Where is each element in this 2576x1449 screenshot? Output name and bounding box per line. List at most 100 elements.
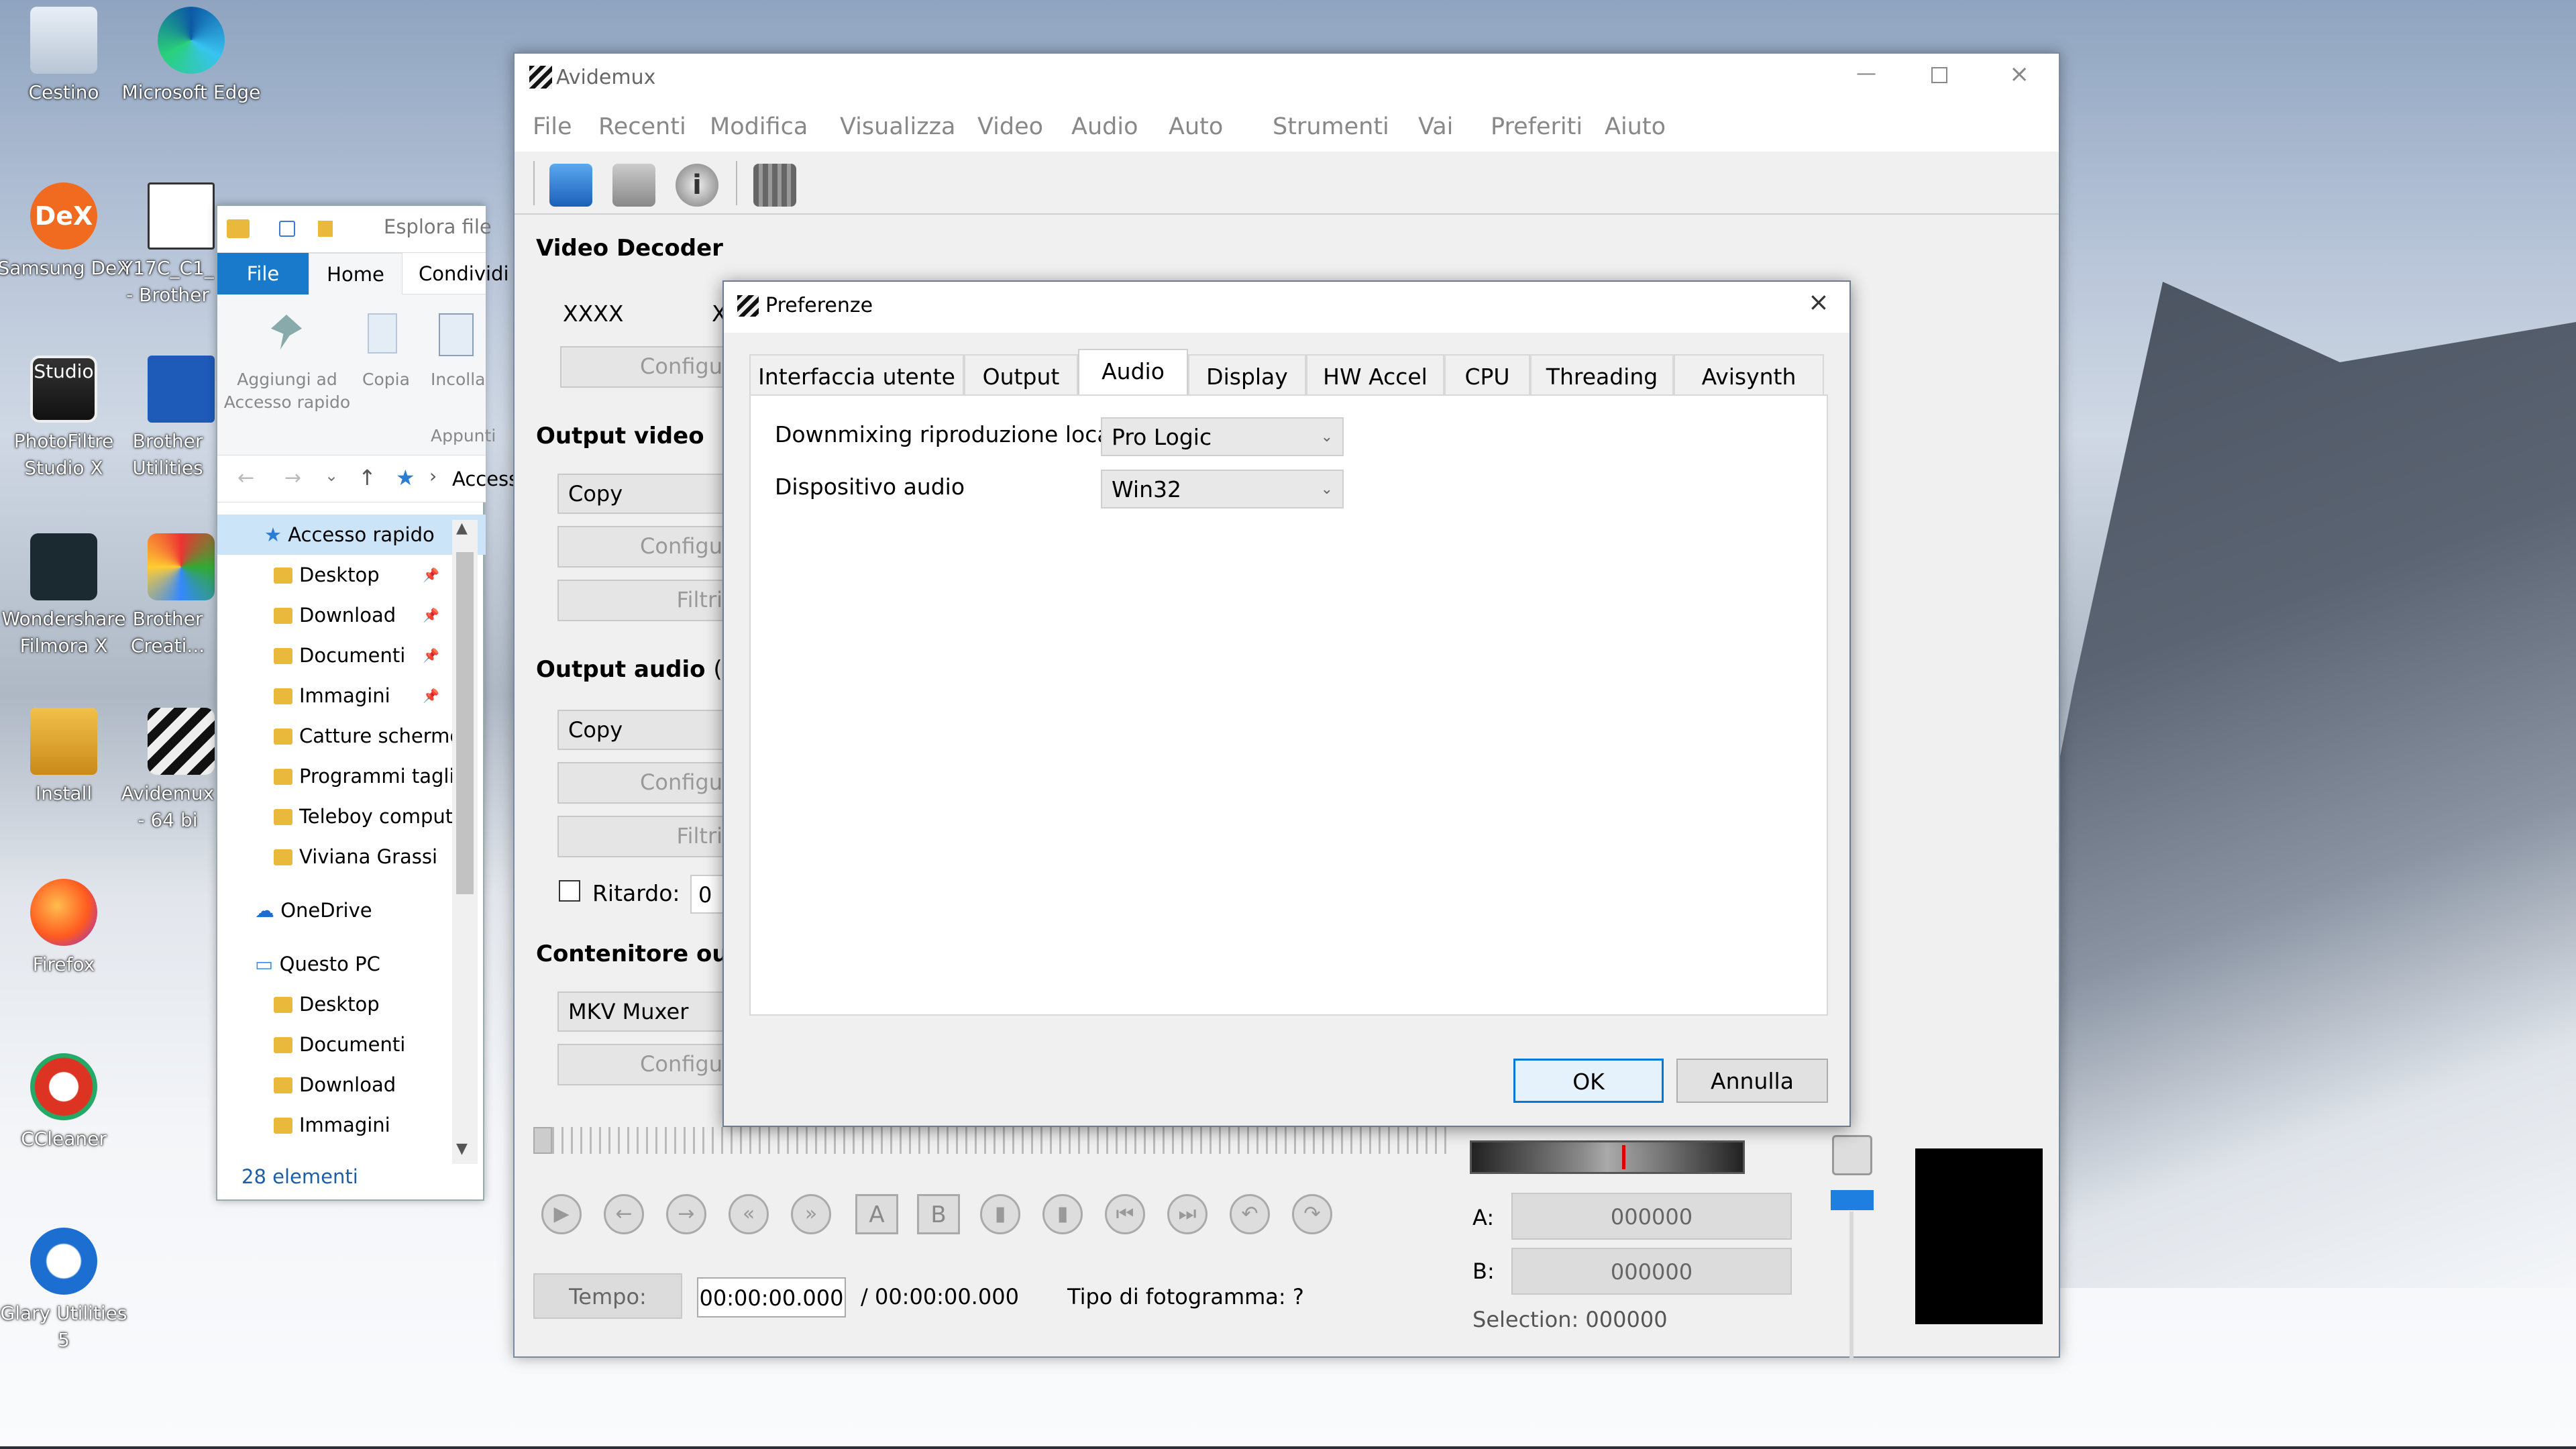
- nav-item[interactable]: Documenti: [217, 1024, 486, 1065]
- audio-config-button[interactable]: Configu: [557, 762, 728, 804]
- menu-visualizza[interactable]: Visualizza: [840, 102, 955, 152]
- nav-item[interactable]: Programmi taglia: [217, 756, 486, 796]
- tab-hw-accel[interactable]: HW Accel: [1306, 354, 1444, 396]
- next-cut-icon[interactable]: ▮: [1042, 1194, 1083, 1234]
- muxer-config-button[interactable]: Configu: [557, 1044, 728, 1085]
- paste-button[interactable]: Incolla: [431, 370, 485, 389]
- video-decoder-config-button[interactable]: Configu: [560, 346, 728, 388]
- tab-display[interactable]: Display: [1188, 354, 1306, 396]
- nav-item[interactable]: Immagini 📌: [217, 676, 486, 716]
- save-icon[interactable]: [612, 164, 655, 207]
- timeline-slider[interactable]: [533, 1127, 1452, 1154]
- time-button[interactable]: Tempo:: [533, 1273, 682, 1319]
- dialog-close-icon[interactable]: ×: [1808, 287, 1829, 317]
- tab-output[interactable]: Output: [964, 354, 1078, 396]
- nav-item[interactable]: Catture schermo: [217, 716, 486, 756]
- previous-frame-icon[interactable]: ←: [604, 1194, 644, 1234]
- muxer-select[interactable]: MKV Muxer: [557, 991, 728, 1032]
- timeline-handle[interactable]: [533, 1127, 552, 1154]
- scroll-up-icon[interactable]: ▲: [456, 520, 468, 537]
- tab-interfaccia-utente[interactable]: Interfaccia utente: [749, 354, 964, 396]
- volume-slider-handle[interactable]: [1831, 1190, 1874, 1210]
- menu-vai[interactable]: Vai: [1418, 102, 1453, 152]
- new-folder-icon[interactable]: [318, 221, 333, 237]
- current-time-input[interactable]: 00:00:00.000: [697, 1277, 846, 1318]
- audio-toggle-icon[interactable]: [1832, 1135, 1872, 1175]
- video-filters-button[interactable]: Filtri: [557, 580, 728, 621]
- close-icon[interactable]: ×: [2009, 60, 2029, 88]
- desktop-icon-glary[interactable]: Glary Utilities 5: [0, 1228, 134, 1354]
- desktop-icon-brother-creative[interactable]: Brother Creati...: [121, 533, 215, 659]
- ribbon-tab-file[interactable]: File: [217, 253, 309, 294]
- previous-cut-icon[interactable]: ▮: [980, 1194, 1020, 1234]
- nav-item[interactable]: Viviana Grassi: [217, 837, 486, 877]
- pin-quick-access-button[interactable]: Aggiungi ad Accesso rapido: [220, 368, 354, 414]
- menu-aiuto[interactable]: Aiuto: [1605, 102, 1666, 152]
- scroll-thumb[interactable]: [456, 552, 474, 894]
- goto-end-icon[interactable]: ⏭: [1167, 1194, 1208, 1234]
- set-marker-b-button[interactable]: B: [917, 1194, 960, 1234]
- tab-audio[interactable]: Audio: [1078, 349, 1188, 397]
- downmix-select[interactable]: Pro Logic ⌄: [1101, 417, 1344, 456]
- audio-device-select[interactable]: Win32 ⌄: [1101, 470, 1344, 508]
- ribbon-tab-share[interactable]: Condividi: [419, 253, 509, 294]
- pin-icon[interactable]: 📌: [423, 555, 439, 595]
- menu-audio[interactable]: Audio: [1071, 102, 1138, 152]
- desktop-icon-install[interactable]: Install: [0, 708, 134, 807]
- scroll-down-icon[interactable]: ▼: [456, 1140, 468, 1157]
- checkbox-icon[interactable]: [279, 221, 295, 237]
- tab-avisynth[interactable]: Avisynth: [1674, 354, 1824, 396]
- minimize-icon[interactable]: —: [1856, 62, 1876, 85]
- nav-item[interactable]: ☁ OneDrive: [217, 890, 486, 930]
- forward-arrow-icon[interactable]: →: [284, 466, 301, 490]
- nav-item[interactable]: ★ Accesso rapido: [217, 515, 486, 555]
- pin-icon[interactable]: 📌: [423, 676, 439, 716]
- nav-item[interactable]: Teleboy compute: [217, 796, 486, 837]
- video-config-button[interactable]: Configu: [557, 526, 728, 568]
- up-arrow-icon[interactable]: ↑: [358, 465, 376, 490]
- cancel-button[interactable]: Annulla: [1676, 1059, 1828, 1103]
- pin-icon[interactable]: 📌: [423, 595, 439, 635]
- explorer-scrollbar[interactable]: ▲ ▼: [452, 520, 478, 1164]
- menu-file[interactable]: File: [533, 102, 572, 152]
- menu-strumenti[interactable]: Strumenti: [1273, 102, 1389, 152]
- menu-auto[interactable]: Auto: [1169, 102, 1223, 152]
- desktop-icon-samsung-dex[interactable]: DeX Samsung DeX: [0, 182, 134, 282]
- copy-button[interactable]: Copia: [362, 370, 410, 389]
- video-codec-select[interactable]: Copy: [557, 474, 728, 514]
- menu-preferiti[interactable]: Preferiti: [1491, 102, 1582, 152]
- desktop-icon-edge[interactable]: Microsoft Edge: [121, 7, 262, 106]
- desktop-icon-ccleaner[interactable]: CCleaner: [0, 1053, 134, 1152]
- nav-item[interactable]: Documenti 📌: [217, 635, 486, 676]
- nav-item[interactable]: Desktop 📌: [217, 555, 486, 595]
- desktop-icon-firefox[interactable]: Firefox: [0, 879, 134, 978]
- delay-checkbox[interactable]: [559, 880, 580, 902]
- goto-start-icon[interactable]: ⏮: [1105, 1194, 1145, 1234]
- pin-icon[interactable]: 📌: [423, 635, 439, 676]
- desktop-icon-brother-file[interactable]: Y17C_C1_ - Brother: [121, 182, 215, 309]
- play-icon[interactable]: ▶: [541, 1194, 582, 1234]
- ribbon-tab-home[interactable]: Home: [309, 253, 402, 294]
- audio-filters-button[interactable]: Filtri: [557, 816, 728, 857]
- back-arrow-icon[interactable]: ←: [237, 466, 254, 490]
- menu-modifica[interactable]: Modifica: [710, 102, 808, 152]
- next-keyframe-icon[interactable]: »: [791, 1194, 831, 1234]
- nav-item[interactable]: Download: [217, 1065, 486, 1105]
- desktop-icon-photofiltre[interactable]: Studio PhotoFiltre Studio X: [0, 356, 134, 482]
- video-properties-icon[interactable]: [753, 164, 796, 207]
- desktop-icon-avidemux[interactable]: Avidemux - 64 bi: [121, 708, 215, 834]
- info-icon[interactable]: i: [676, 164, 718, 207]
- desktop-icon-filmora[interactable]: Wondershare Filmora X: [0, 533, 134, 659]
- tab-cpu[interactable]: CPU: [1444, 354, 1530, 396]
- maximize-icon[interactable]: [1931, 67, 1947, 83]
- volume-slider-track[interactable]: [1849, 1212, 1854, 1359]
- desktop-icon-brother-utilities[interactable]: Brother Utilities: [121, 356, 215, 482]
- ok-button[interactable]: OK: [1513, 1059, 1664, 1103]
- goto-marker-b-icon[interactable]: ↷: [1292, 1194, 1332, 1234]
- nav-item[interactable]: Desktop: [217, 984, 486, 1024]
- audio-codec-select[interactable]: Copy: [557, 710, 728, 750]
- nav-item[interactable]: Immagini: [217, 1105, 486, 1145]
- recent-chevron-icon[interactable]: ⌄: [325, 466, 338, 485]
- tab-threading[interactable]: Threading: [1530, 354, 1674, 396]
- menu-recenti[interactable]: Recenti: [598, 102, 686, 152]
